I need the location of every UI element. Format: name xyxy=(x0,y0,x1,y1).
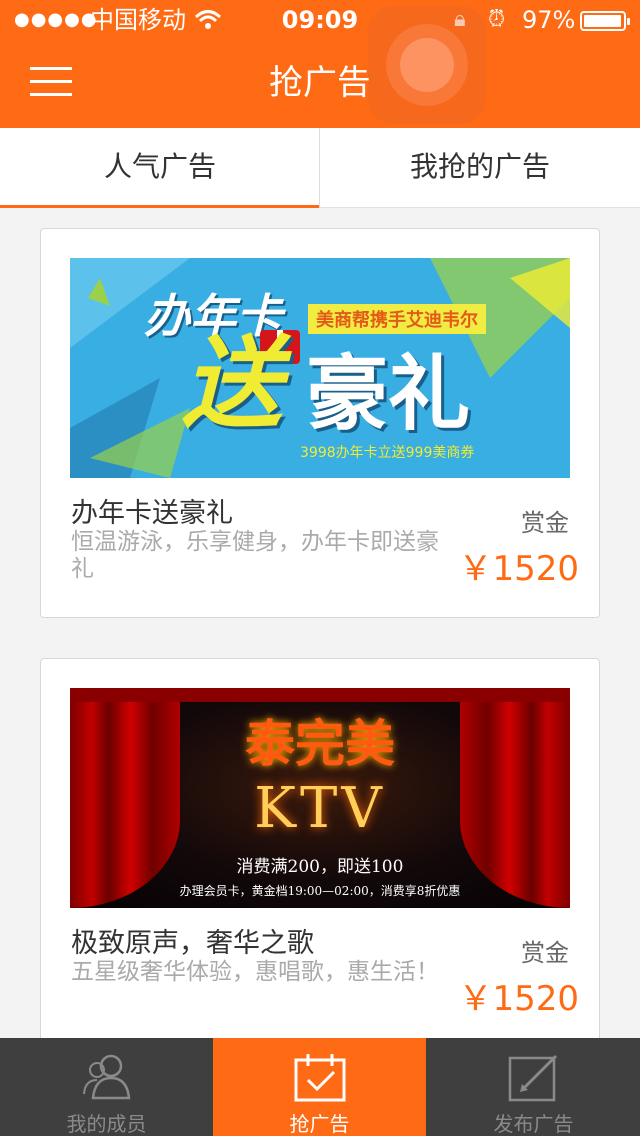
publish-ad-icon xyxy=(508,1054,558,1102)
ad-card[interactable]: 泰完美 KTV 消费满200，即送100 办理会员卡，黄金档19:00—02:0… xyxy=(40,658,600,1048)
banner-tag: 美商帮携手艾迪韦尔 xyxy=(308,304,486,334)
ad-title: 极致原声，奢华之歌 xyxy=(71,928,314,959)
reward-amount: ￥1520 xyxy=(458,979,579,1019)
battery-icon xyxy=(580,11,630,31)
ad-description: 恒温游泳，乐享健身，办年卡即送豪礼 xyxy=(71,529,439,582)
ad-banner-image[interactable]: 泰完美 KTV 消费满200，即送100 办理会员卡，黄金档19:00—02:0… xyxy=(70,688,570,908)
tabbar-label: 发布广告 xyxy=(493,1112,574,1136)
tabbar-item-members[interactable]: 我的成员 xyxy=(0,1038,213,1136)
ad-card[interactable]: 办年卡 美商帮携手艾迪韦尔 送 豪礼 3998办年卡立送999美商券 办年卡送豪… xyxy=(40,228,600,618)
ad-title: 办年卡送豪礼 xyxy=(71,498,233,529)
banner-big-text-1: 送 xyxy=(182,325,282,442)
ad-description: 五星级奢华体验，惠唱歌，惠生活！ xyxy=(71,959,439,985)
alarm-icon: ⏰︎ xyxy=(488,7,506,32)
tabbar-label: 我的成员 xyxy=(66,1112,147,1136)
reward-label: 赏金 xyxy=(521,939,569,967)
banner-ktv-logo: KTV xyxy=(254,776,386,841)
banner-brand-name: 泰完美 xyxy=(245,714,395,773)
top-bar: ●●●●● 中国移动 09:09 🔒︎ ⏰︎ 97% 抢广告 xyxy=(0,0,640,128)
battery-fill xyxy=(584,15,621,27)
reward-label: 赏金 xyxy=(521,509,569,537)
grab-ad-icon xyxy=(294,1054,346,1102)
banner-footer: 3998办年卡立送999美商券 xyxy=(300,445,475,461)
members-icon xyxy=(83,1054,131,1100)
tab-my-grabbed-ads[interactable]: 我抢的广告 xyxy=(320,128,640,208)
banner-subtext: 办理会员卡，黄金档19:00—02:00，消费享8折优惠 xyxy=(179,884,461,898)
curtain-valance xyxy=(70,688,570,702)
tabbar-item-grab-ads[interactable]: 抢广告 xyxy=(213,1038,426,1136)
banner-promo: 消费满200，即送100 xyxy=(236,857,404,877)
ad-banner-image[interactable]: 办年卡 美商帮携手艾迪韦尔 送 豪礼 3998办年卡立送999美商券 xyxy=(70,258,570,478)
battery-percentage: 97% xyxy=(522,6,576,34)
status-bar: ●●●●● 中国移动 09:09 🔒︎ ⏰︎ 97% xyxy=(0,0,640,40)
assistive-touch-button[interactable] xyxy=(368,6,486,124)
banner-big-text-2: 豪礼 xyxy=(306,347,471,442)
segmented-tabs: 人气广告 我抢的广告 xyxy=(0,128,640,208)
tabbar-label: 抢广告 xyxy=(289,1112,350,1136)
bottom-tab-bar: 我的成员 抢广告 发布广告 xyxy=(0,1038,640,1136)
tabbar-item-publish-ad[interactable]: 发布广告 xyxy=(427,1038,640,1136)
tab-popular-ads[interactable]: 人气广告 xyxy=(0,128,320,208)
reward-amount: ￥1520 xyxy=(458,549,579,589)
page-title: 抢广告 xyxy=(269,63,371,103)
